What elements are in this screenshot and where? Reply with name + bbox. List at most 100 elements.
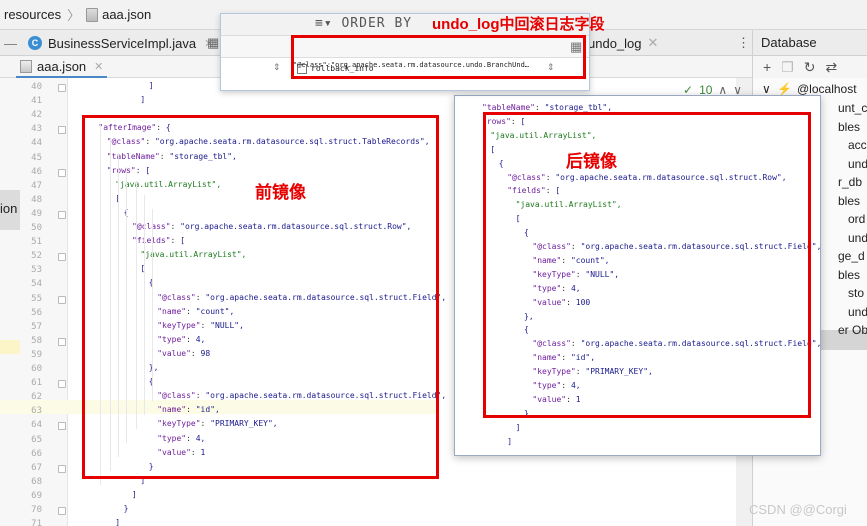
- before-image-label: 前镜像: [255, 183, 306, 202]
- fold-marker-icon[interactable]: [58, 464, 66, 473]
- refresh-icon[interactable]: ↻: [804, 59, 816, 76]
- tree-item[interactable]: acc: [848, 138, 867, 152]
- tree-item[interactable]: sto: [848, 286, 864, 300]
- hide-panel-icon[interactable]: —: [4, 30, 17, 56]
- line-number: 71: [31, 519, 42, 526]
- tree-item[interactable]: und: [848, 305, 867, 319]
- more-vertical-icon[interactable]: ⋮: [737, 30, 750, 56]
- line-number: 64: [31, 420, 42, 431]
- database-toolbar: + ❐ ↻ ⇄: [752, 56, 867, 78]
- rollback-field-annotation: undo_log中回滚日志字段: [432, 16, 605, 33]
- line-number: 51: [31, 237, 42, 248]
- tree-item[interactable]: er Ob: [838, 323, 867, 337]
- breadcrumb-file[interactable]: aaa.json: [102, 7, 151, 22]
- left-edge-label: ion: [0, 201, 18, 216]
- code-line: "tableName": "storage_tbl",: [482, 103, 613, 112]
- line-number: 60: [31, 364, 42, 374]
- tree-item[interactable]: bles: [838, 120, 860, 134]
- close-icon[interactable]: ✕: [94, 60, 103, 73]
- tree-item[interactable]: und: [848, 157, 867, 171]
- fold-marker-icon[interactable]: [58, 168, 66, 177]
- line-number: 53: [31, 265, 42, 276]
- line-number: 44: [31, 138, 42, 149]
- tab-label: aaa.json: [37, 58, 87, 74]
- fold-marker-icon[interactable]: [58, 210, 66, 219]
- code-line: ]: [140, 95, 146, 105]
- code-line: ]: [115, 518, 121, 526]
- line-number: 65: [31, 434, 42, 445]
- line-number: 54: [31, 279, 42, 290]
- java-class-icon: C: [28, 36, 42, 50]
- code-line: ]: [132, 489, 137, 499]
- line-number: 42: [31, 110, 42, 121]
- tree-item[interactable]: unt_c: [838, 101, 867, 115]
- line-number: 59: [31, 349, 42, 360]
- fold-marker-icon[interactable]: [58, 84, 66, 92]
- close-icon[interactable]: ✕: [648, 35, 659, 51]
- fold-marker-icon[interactable]: [58, 337, 66, 346]
- tree-item[interactable]: r_db: [838, 175, 862, 189]
- line-number: 46: [31, 166, 42, 177]
- tree-item[interactable]: ord: [848, 212, 865, 226]
- after-image-label: 后镜像: [566, 152, 617, 171]
- filter-icon: ≡▾: [315, 16, 333, 31]
- sort-icon[interactable]: ⇕: [273, 62, 281, 73]
- chevron-right-icon: 〉: [67, 8, 81, 23]
- code-line: ]: [507, 436, 513, 446]
- rollback-info-highlight: [291, 35, 586, 79]
- code-line: ]: [515, 422, 521, 432]
- line-number: 50: [31, 223, 42, 233]
- table-icon[interactable]: ▦: [207, 30, 219, 56]
- line-number: 55: [31, 293, 42, 304]
- line-number: 62: [31, 392, 42, 403]
- watermark: CSDN @@Corgi: [749, 502, 847, 517]
- tab-label: undo_log: [588, 35, 642, 51]
- line-number: 68: [31, 476, 42, 487]
- order-by-label[interactable]: ≡▾ ORDER BY: [315, 16, 412, 31]
- current-line-marker: [0, 340, 20, 354]
- line-number: 40: [31, 82, 42, 92]
- json-file-icon: [20, 59, 32, 73]
- before-image-highlight: [82, 115, 439, 479]
- line-number: 58: [31, 335, 42, 346]
- fold-marker-icon[interactable]: [58, 422, 66, 431]
- after-image-highlight: [483, 112, 811, 418]
- tree-expand-icon[interactable]: ∨: [762, 82, 771, 96]
- fold-marker-icon[interactable]: [58, 507, 66, 515]
- order-by-text: ORDER BY: [341, 16, 413, 31]
- line-number: 63: [31, 406, 42, 417]
- tree-item[interactable]: ge_d: [838, 249, 865, 263]
- line-number: 66: [31, 448, 42, 459]
- tree-item[interactable]: bles: [838, 268, 860, 282]
- tree-item[interactable]: und: [848, 231, 867, 245]
- tab-label: BusinessServiceImpl.java: [48, 35, 197, 51]
- grid-view-icon[interactable]: ▦: [570, 39, 582, 55]
- line-number: 47: [31, 180, 42, 191]
- line-number: 48: [31, 194, 42, 205]
- line-number: 67: [31, 462, 42, 473]
- fold-marker-icon[interactable]: [58, 126, 66, 135]
- tab-business-service[interactable]: C BusinessServiceImpl.java ✕: [28, 30, 213, 56]
- json-file-icon: [86, 7, 99, 22]
- line-number: 49: [31, 208, 42, 219]
- tab-aaa-json[interactable]: aaa.json ✕: [16, 56, 108, 78]
- code-line: }: [123, 504, 129, 513]
- fold-marker-icon[interactable]: [58, 253, 66, 262]
- line-number: 70: [31, 505, 42, 515]
- add-icon[interactable]: +: [763, 59, 771, 75]
- line-number: 52: [31, 251, 42, 262]
- sync-icon[interactable]: ⇄: [825, 59, 837, 76]
- fold-marker-icon[interactable]: [58, 380, 66, 389]
- database-panel-title: Database: [752, 30, 867, 56]
- line-number: 45: [31, 152, 42, 163]
- fold-marker-icon[interactable]: [58, 295, 66, 304]
- line-number: 43: [31, 124, 42, 135]
- line-number: 61: [31, 378, 42, 389]
- copy-icon[interactable]: ❐: [781, 59, 794, 76]
- tree-item[interactable]: bles: [838, 194, 860, 208]
- line-number: 69: [31, 490, 42, 501]
- datasource-icon: ⚡: [777, 82, 792, 96]
- line-number: 41: [31, 96, 42, 107]
- tree-item-localhost[interactable]: @localhost: [797, 82, 857, 96]
- breadcrumb-folder[interactable]: resources: [4, 7, 61, 22]
